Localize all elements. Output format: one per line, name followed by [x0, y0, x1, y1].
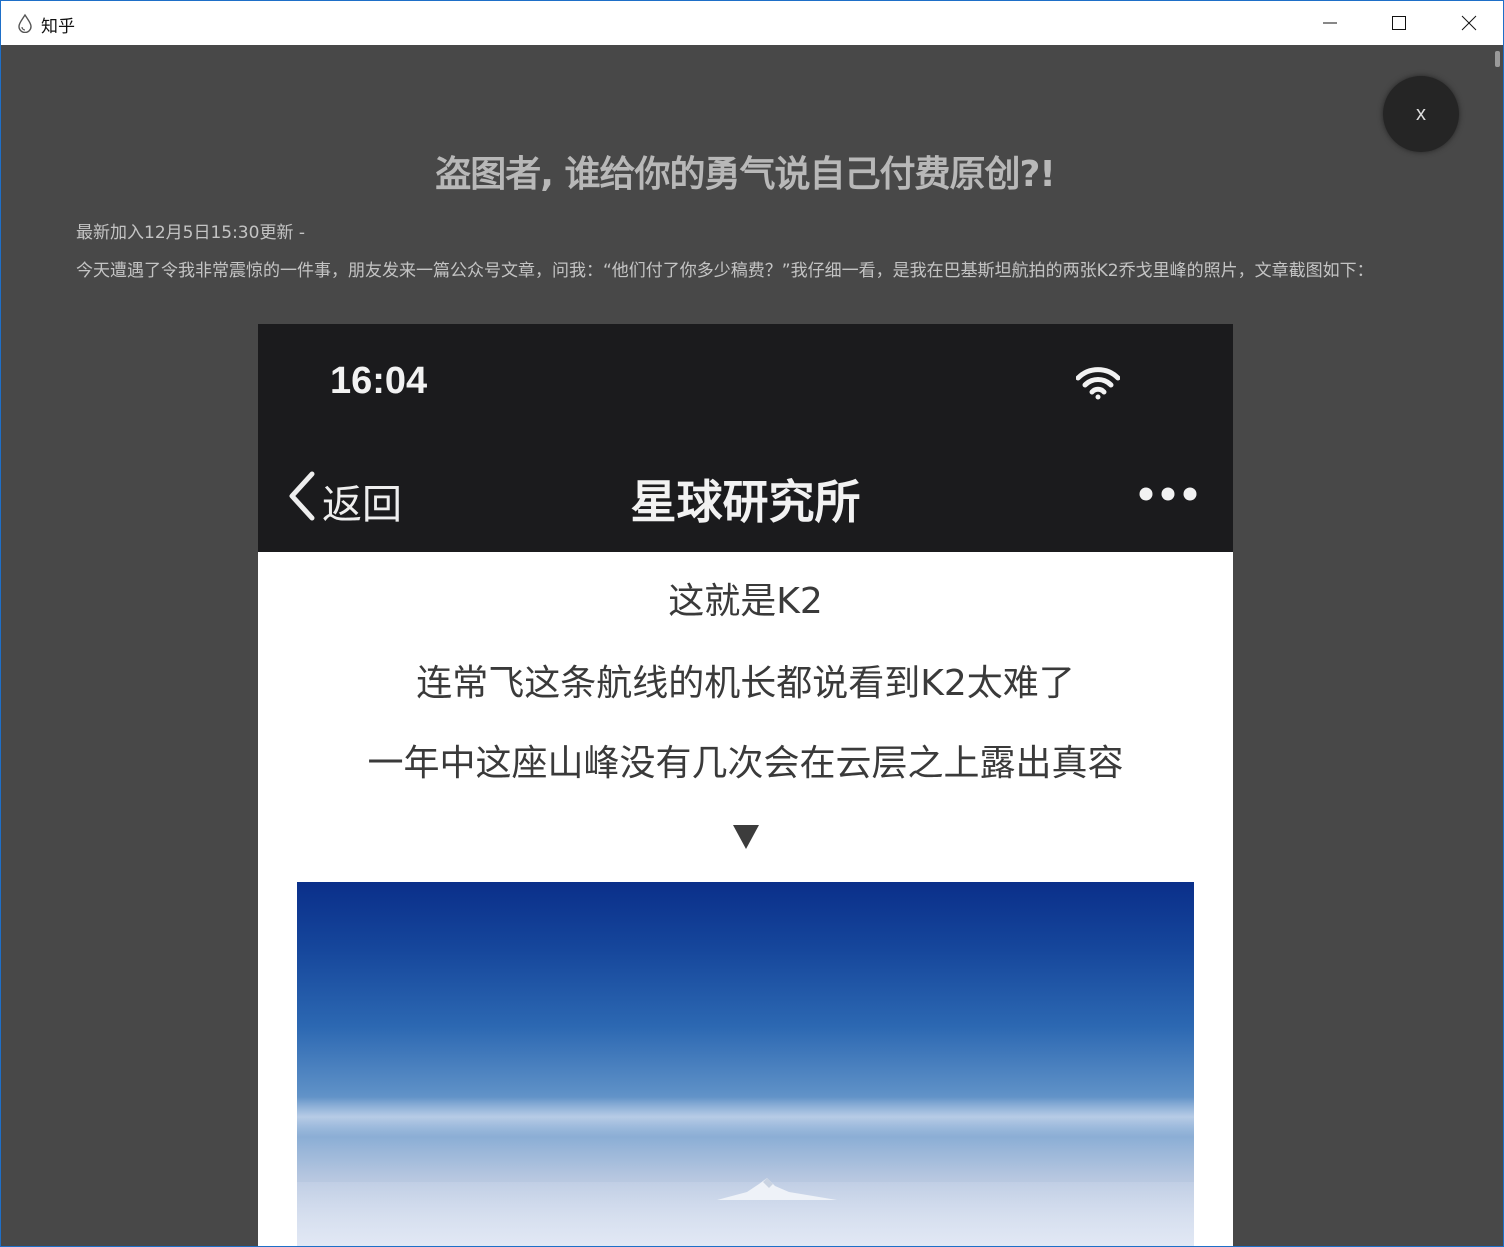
app-window: 知乎 x 盗图者, 谁给你的勇气说自己付费原创?! 最新加入12月5日15:30…: [0, 0, 1504, 1247]
title-bar[interactable]: 知乎: [1, 1, 1503, 45]
more-icon: [1138, 486, 1198, 506]
nav-title: 星球研究所: [630, 475, 861, 529]
window-title: 知乎: [41, 17, 75, 37]
mountain-peak: [717, 1178, 837, 1200]
minimize-icon: [1323, 22, 1337, 24]
phone-status-bar: 16:04: [258, 324, 1233, 434]
status-time: 16:04: [330, 360, 428, 402]
caption-line: 连常飞这条航线的机长都说看到K2太难了: [416, 663, 1075, 704]
scrollbar-thumb[interactable]: [1495, 51, 1500, 67]
scrollbar[interactable]: [1491, 45, 1503, 1246]
wifi-icon: [1075, 366, 1121, 404]
article-intro: 今天遭遇了令我非常震惊的一件事，朋友发来一篇公众号文章，问我：“他们付了你多少稿…: [76, 261, 1374, 281]
article-viewer: x 盗图者, 谁给你的勇气说自己付费原创?! 最新加入12月5日15:30更新 …: [1, 45, 1503, 1246]
update-note: 最新加入12月5日15:30更新 -: [76, 223, 305, 243]
close-viewer-button[interactable]: x: [1383, 76, 1459, 152]
zhihu-drop-icon: [15, 13, 35, 34]
close-icon: [1461, 15, 1477, 31]
arrow-down-icon: [732, 824, 760, 854]
maximize-button[interactable]: [1364, 1, 1434, 45]
minimize-button[interactable]: [1295, 1, 1365, 45]
embedded-screenshot: 16:04 返回 星球研究所 这就是K2 连常飞这条航线的机长都说看到K2太难了…: [258, 324, 1233, 1246]
caption-line: 一年中这座山峰没有几次会在云层之上露出真容: [367, 743, 1124, 784]
caption-line: 这就是K2: [668, 581, 823, 622]
k2-aerial-photo: [297, 882, 1194, 1246]
close-window-button[interactable]: [1434, 1, 1503, 45]
phone-nav-bar: 返回 星球研究所: [258, 434, 1233, 552]
maximize-icon: [1392, 16, 1406, 30]
article-title: 盗图者, 谁给你的勇气说自己付费原创?!: [435, 154, 1056, 195]
